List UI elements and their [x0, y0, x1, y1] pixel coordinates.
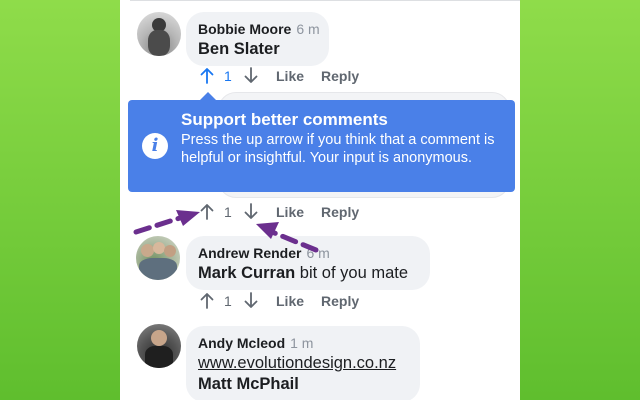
annotation-arrows: [133, 210, 319, 253]
annotation-arrow: [133, 210, 200, 235]
annotation-arrow: [256, 222, 319, 253]
